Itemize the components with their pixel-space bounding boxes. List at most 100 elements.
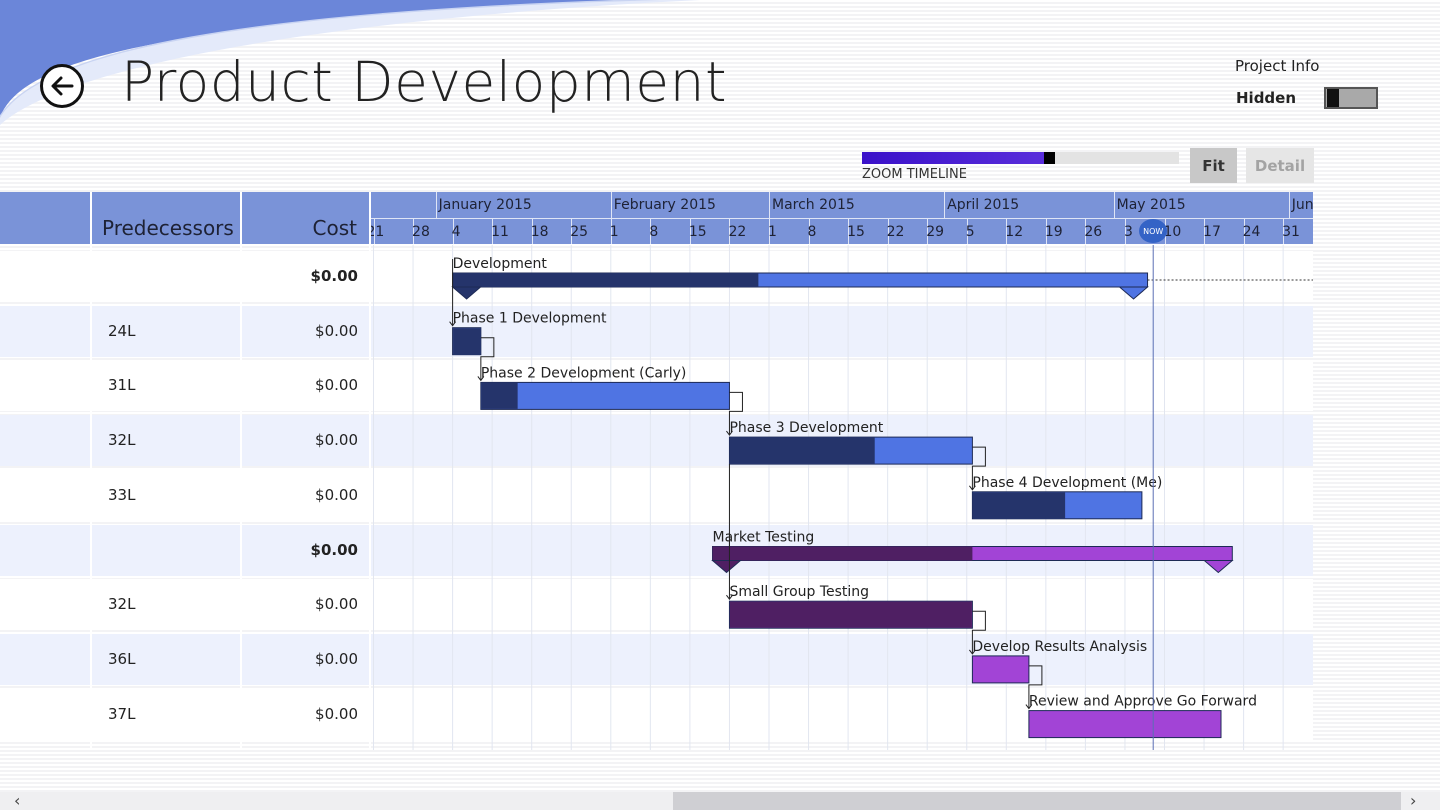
week-day-label: 28 <box>412 224 430 240</box>
summary-start-marker <box>451 286 482 300</box>
zoom-slider-fill <box>862 152 1056 164</box>
month-label: April 2015 <box>947 197 1020 213</box>
week-day-label: 5 <box>965 224 975 240</box>
detail-button[interactable]: Detail <box>1246 148 1314 183</box>
zoom-timeline-slider[interactable] <box>862 152 1179 164</box>
month-label: February 2015 <box>613 197 716 213</box>
project-info-toggle[interactable] <box>1324 87 1378 109</box>
task-label: Develop Results Analysis <box>972 639 1147 655</box>
chevron-left-icon[interactable]: ‹ <box>14 792 20 810</box>
zoom-timeline-label: ZOOM TIMELINE <box>862 167 967 182</box>
cost-cell: $0.00 <box>315 431 358 450</box>
month-divider <box>1288 192 1290 218</box>
week-day-label: 4 <box>451 224 461 240</box>
month-label: January 2015 <box>438 197 532 213</box>
toggle-knob <box>1327 89 1339 107</box>
predecessors-cell: 37L <box>108 704 136 723</box>
week-day-label: 22 <box>728 224 747 240</box>
week-day-label: 18 <box>530 224 549 240</box>
column-divider <box>90 192 92 750</box>
week-day-label: 17 <box>1203 224 1221 240</box>
summary-progress <box>452 273 759 287</box>
week-day-label: 19 <box>1044 224 1063 240</box>
week-day-label: 8 <box>649 224 659 240</box>
column-divider <box>240 192 242 750</box>
cost-cell: $0.00 <box>315 321 358 340</box>
cost-cell: $0.00 <box>315 649 358 668</box>
predecessors-cell: 36L <box>108 649 136 668</box>
predecessors-cell: 32L <box>108 431 136 450</box>
task-progress <box>453 328 481 355</box>
week-day-label: 25 <box>570 224 589 240</box>
task-label: Phase 4 Development (Me) <box>972 475 1162 491</box>
summary-progress <box>712 546 973 561</box>
horizontal-scrollbar[interactable]: ‹ › <box>0 792 1440 810</box>
now-marker-badge: NOW <box>1139 219 1168 243</box>
project-info-state-label: Hidden <box>1236 89 1297 107</box>
predecessors-cell: 24L <box>108 321 136 340</box>
cost-cell: $0.00 <box>315 704 358 723</box>
week-day-label: 11 <box>491 224 509 240</box>
month-label: May 2015 <box>1116 197 1186 213</box>
week-day-label: 24 <box>1242 224 1261 240</box>
predecessors-cell: 32L <box>108 595 136 614</box>
summary-end-marker <box>1118 286 1149 300</box>
gantt-canvas: Development Phase 1 Development Phase 2 De… <box>373 245 1313 750</box>
month-divider <box>944 192 946 218</box>
week-day-label: 3 <box>1123 224 1133 240</box>
column-header-cost: Cost <box>312 216 357 240</box>
week-day-label: 29 <box>926 224 945 240</box>
month-label: June 2 <box>1291 197 1313 213</box>
cost-cell: $0.00 <box>315 595 358 614</box>
zoom-slider-thumb[interactable] <box>1044 152 1056 164</box>
predecessors-cell: 33L <box>108 485 136 504</box>
header-cell-cost[interactable]: Cost <box>242 192 369 244</box>
week-day-label: 1 <box>768 224 777 240</box>
task-bar <box>480 381 730 410</box>
column-header-predecessors: Predecessors <box>102 216 234 240</box>
month-divider <box>435 192 437 218</box>
week-day-label: 21 <box>371 224 385 240</box>
timeline-header: 2128411182518152218152229512192631017243… <box>371 192 1313 244</box>
header-cell-blank <box>0 192 90 244</box>
month-divider <box>610 192 612 218</box>
cost-cell: $0.00 <box>315 485 358 504</box>
cost-cell: $0.00 <box>310 540 358 559</box>
task-progress <box>481 382 518 409</box>
back-arrow-icon <box>51 76 74 96</box>
predecessors-cell: 31L <box>108 376 136 395</box>
month-divider <box>1113 192 1115 218</box>
scrollbar-thumb[interactable] <box>673 792 1401 810</box>
week-day-label: 31 <box>1282 224 1300 240</box>
task-label: Development <box>453 256 548 272</box>
gantt-chart: Development Phase 1 Development Phase 2 De… <box>371 245 1313 750</box>
week-day-label: 26 <box>1084 224 1103 240</box>
week-day-label: 8 <box>807 224 817 240</box>
task-progress <box>729 601 972 628</box>
cost-cell: $0.00 <box>315 376 358 395</box>
fit-button[interactable]: Fit <box>1190 148 1237 183</box>
task-bar <box>1028 710 1222 739</box>
chevron-right-icon[interactable]: › <box>1410 792 1416 810</box>
header-cell-predecessors[interactable]: Predecessors <box>92 192 240 244</box>
page-title: Product Development <box>121 50 728 114</box>
task-label: Phase 3 Development <box>729 420 883 436</box>
week-day-label: 15 <box>847 224 865 240</box>
task-label: Phase 2 Development (Carly) <box>481 365 687 381</box>
task-label: Review and Approve Go Forward <box>1029 694 1257 710</box>
project-info-label: Project Info <box>1235 57 1320 75</box>
summary-end-marker <box>1202 560 1234 574</box>
task-label: Phase 1 Development <box>453 311 607 327</box>
month-label: March 2015 <box>772 197 855 213</box>
week-day-label: 22 <box>886 224 905 240</box>
task-progress <box>729 437 875 464</box>
task-progress <box>972 492 1066 519</box>
task-label: Market Testing <box>713 530 815 546</box>
week-day-label: 1 <box>609 224 619 240</box>
task-label: Small Group Testing <box>729 584 869 600</box>
cost-cell: $0.00 <box>310 267 358 285</box>
month-divider <box>769 192 770 218</box>
task-bar <box>971 655 1030 684</box>
summary-start-marker <box>711 560 742 574</box>
back-button[interactable] <box>40 64 84 108</box>
